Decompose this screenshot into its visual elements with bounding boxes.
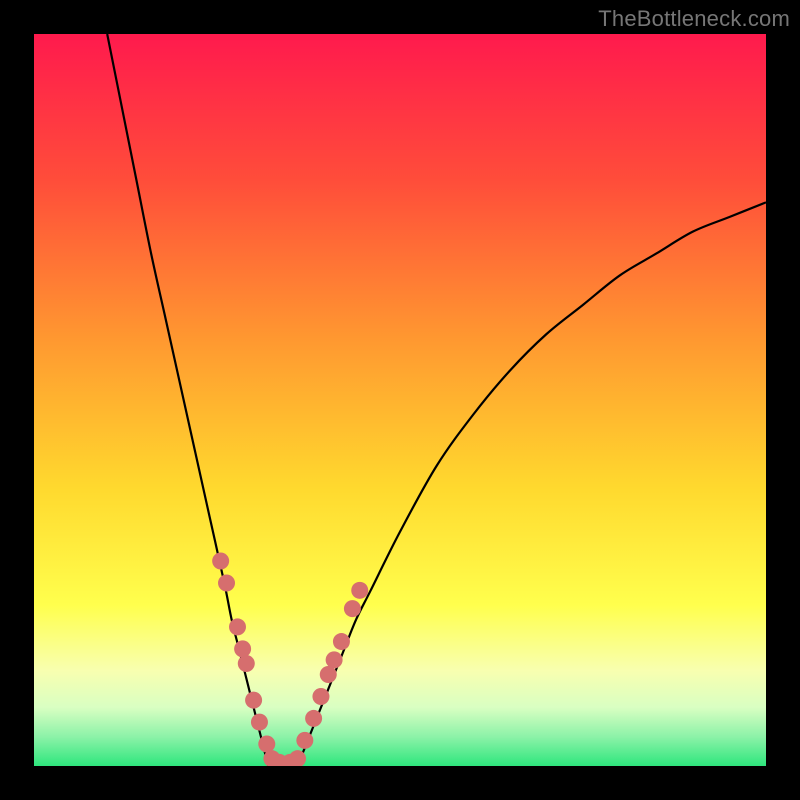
- marker-dot: [305, 710, 322, 727]
- bottleneck-chart: [34, 34, 766, 766]
- watermark-text: TheBottleneck.com: [598, 6, 790, 32]
- gradient-background: [34, 34, 766, 766]
- marker-dot: [320, 666, 337, 683]
- marker-dot: [326, 651, 343, 668]
- marker-dot: [251, 714, 268, 731]
- chart-frame: [34, 34, 766, 766]
- marker-dot: [296, 732, 313, 749]
- marker-dot: [218, 575, 235, 592]
- marker-dot: [229, 618, 246, 635]
- marker-dot: [333, 633, 350, 650]
- marker-dot: [312, 688, 329, 705]
- marker-dot: [234, 640, 251, 657]
- marker-dot: [238, 655, 255, 672]
- marker-dot: [351, 582, 368, 599]
- marker-dot: [258, 736, 275, 753]
- marker-dot: [212, 553, 229, 570]
- marker-dot: [245, 692, 262, 709]
- marker-dot: [344, 600, 361, 617]
